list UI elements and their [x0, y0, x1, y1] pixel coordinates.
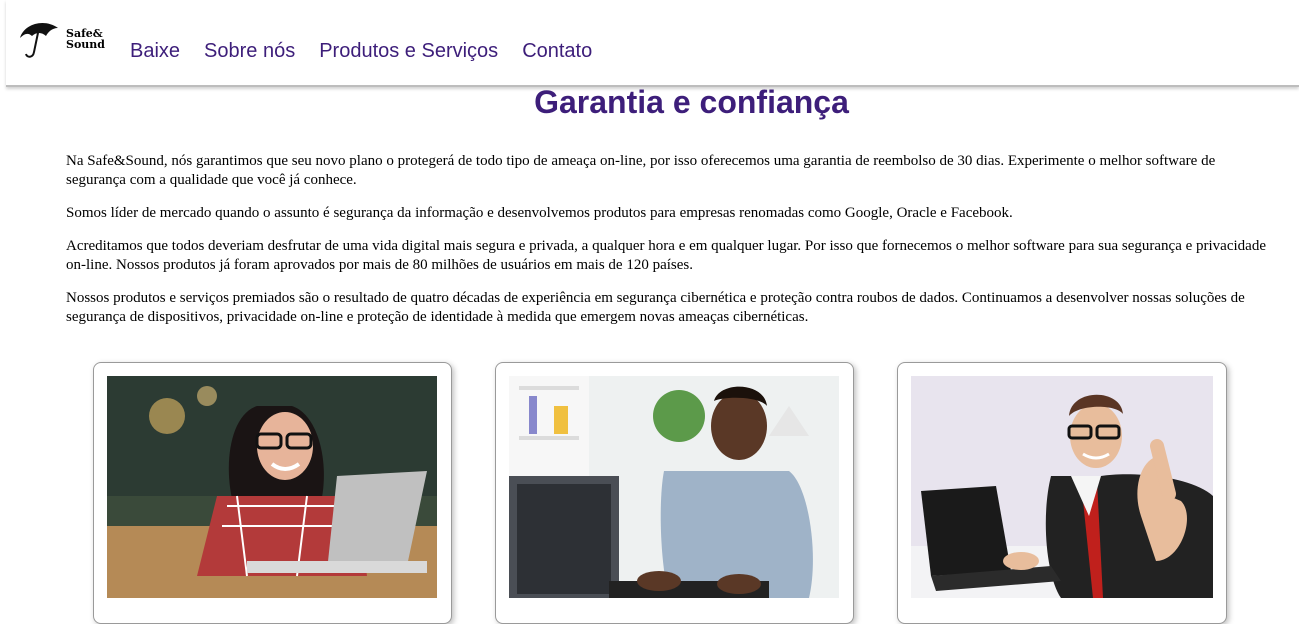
paragraph-4: Nossos produtos e serviços premiados são…: [66, 290, 1245, 325]
nav-contato[interactable]: Contato: [522, 40, 592, 63]
logo-text: Safe& Sound: [66, 28, 105, 50]
nav-sobre-nos[interactable]: Sobre nós: [204, 40, 295, 63]
paragraph-1: Na Safe&Sound, nós garantimos que seu no…: [66, 153, 1216, 188]
nav-baixe[interactable]: Baixe: [130, 40, 180, 63]
card-2: [495, 362, 854, 624]
page-title: Garantia e confiança: [534, 84, 849, 120]
card-3-photo: [911, 376, 1213, 598]
umbrella-icon: [20, 23, 58, 58]
nav-produtos-servicos[interactable]: Produtos e Serviços: [319, 40, 498, 63]
site-header: Safe& Sound Baixe Sobre nós Produtos e S…: [6, 0, 1299, 87]
logo[interactable]: Safe& Sound: [16, 18, 116, 63]
logo-line-2: Sound: [66, 38, 105, 51]
paragraph-2: Somos líder de mercado quando o assunto …: [66, 205, 1013, 221]
card-1: [93, 362, 452, 624]
card-2-photo: [509, 376, 839, 598]
card-3: [897, 362, 1227, 624]
card-1-photo: [107, 376, 437, 598]
main-content: Na Safe&Sound, nós garantimos que seu no…: [66, 152, 1266, 341]
paragraph-3: Acreditamos que todos deveriam desfrutar…: [66, 238, 1266, 273]
main-nav: Baixe Sobre nós Produtos e Serviços Cont…: [130, 40, 616, 63]
